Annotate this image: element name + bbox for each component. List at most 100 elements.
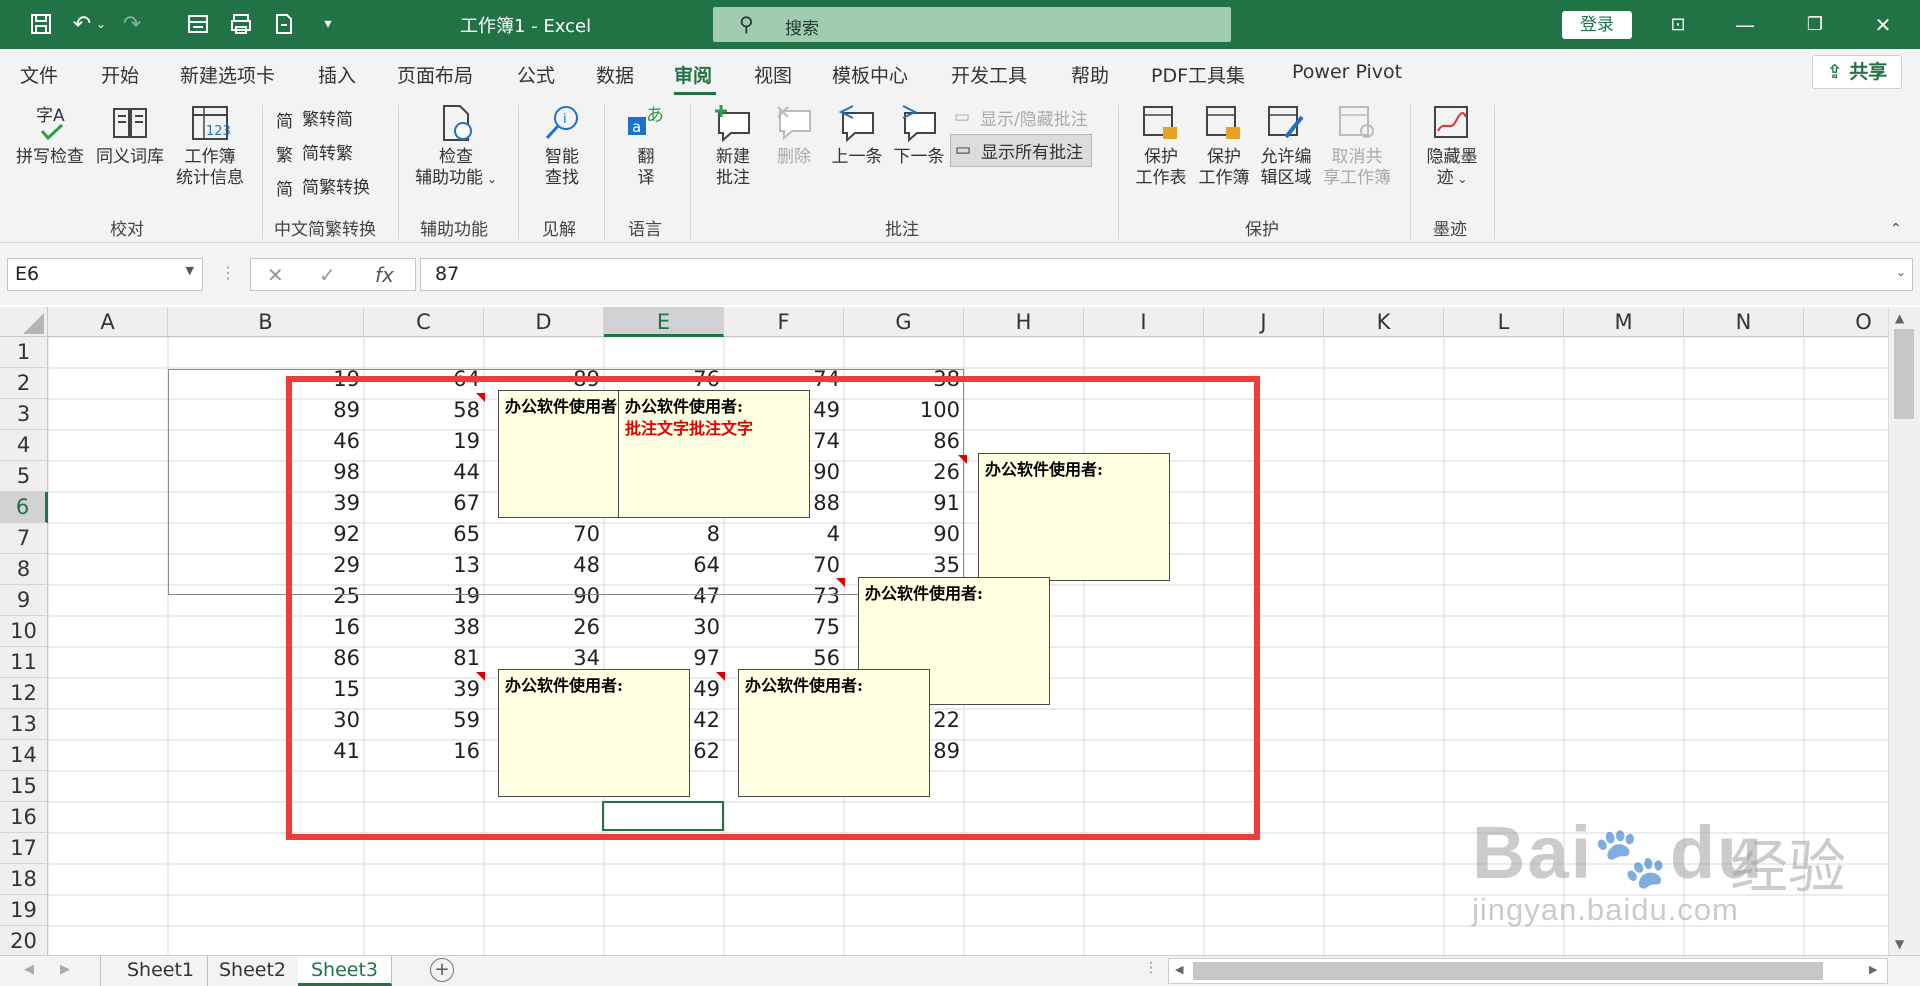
row-header-8[interactable]: 8	[0, 554, 48, 585]
tab-data[interactable]: 数据	[596, 61, 634, 88]
tab-templates[interactable]: 模板中心	[832, 61, 908, 88]
cell-f9[interactable]: 73	[724, 581, 844, 612]
simplified-to-traditional-button[interactable]: 繁简转繁	[276, 139, 353, 166]
sheet-tab-sheet3[interactable]: Sheet3	[298, 956, 393, 986]
row-header-12[interactable]: 12	[0, 678, 48, 709]
row-header-1[interactable]: 1	[0, 337, 48, 368]
cell-b3[interactable]: 89	[168, 395, 364, 426]
column-header-n[interactable]: N	[1684, 307, 1804, 337]
row-header-2[interactable]: 2	[0, 368, 48, 399]
comment-box[interactable]: 办公软件使用者:	[978, 453, 1170, 581]
scroll-thumb[interactable]	[1894, 329, 1914, 419]
tab-power-pivot[interactable]: Power Pivot	[1292, 61, 1402, 83]
row-header-17[interactable]: 17	[0, 833, 48, 864]
login-button[interactable]: 登录	[1562, 11, 1632, 39]
tab-review[interactable]: 审阅	[674, 61, 712, 88]
column-header-g[interactable]: G	[844, 307, 964, 337]
prev-sheet-icon[interactable]: ◀	[24, 962, 34, 977]
new-comment-button[interactable]: 新建 批注	[704, 103, 762, 189]
show-all-comments-button[interactable]: ▭ 显示所有批注	[950, 134, 1092, 167]
cell-f8[interactable]: 70	[724, 550, 844, 581]
cell-e8[interactable]: 64	[604, 550, 724, 581]
cell-c9[interactable]: 19	[364, 581, 484, 612]
row-header-10[interactable]: 10	[0, 616, 48, 647]
cell-g3[interactable]: 100	[844, 395, 964, 426]
insert-function-icon[interactable]: fx	[375, 263, 394, 287]
cell-g6[interactable]: 91	[844, 488, 964, 519]
undo-icon[interactable]: ↶	[68, 10, 96, 38]
row-header-6[interactable]: 6	[0, 492, 48, 523]
tab-formulas[interactable]: 公式	[517, 61, 555, 88]
cell-c12[interactable]: 39	[364, 674, 484, 705]
workbook-stats-button[interactable]: 123 工作簿 统计信息	[170, 103, 250, 189]
cell-c4[interactable]: 19	[364, 426, 484, 457]
print-preview-icon[interactable]	[227, 10, 255, 38]
undo-dropdown-icon[interactable]: ⌄	[94, 10, 108, 38]
cell-b10[interactable]: 16	[168, 612, 364, 643]
cell-g7[interactable]: 90	[844, 519, 964, 550]
cell-c13[interactable]: 59	[364, 705, 484, 736]
column-header-l[interactable]: L	[1444, 307, 1564, 337]
search-box[interactable]: ⚲ 搜索	[713, 7, 1231, 42]
horizontal-scrollbar[interactable]: ◀ ▶	[1168, 958, 1888, 984]
cell-b12[interactable]: 15	[168, 674, 364, 705]
cell-g4[interactable]: 86	[844, 426, 964, 457]
redo-icon[interactable]: ↷	[118, 10, 146, 38]
cell-b8[interactable]: 29	[168, 550, 364, 581]
translate-button[interactable]: aあ 翻 译	[616, 103, 676, 189]
close-icon[interactable]: ✕	[1868, 10, 1898, 40]
collapse-ribbon-icon[interactable]: ⌃	[1890, 221, 1902, 237]
protect-sheet-button[interactable]: 保护 工作表	[1132, 103, 1190, 189]
cell-c11[interactable]: 81	[364, 643, 484, 674]
cell-c10[interactable]: 38	[364, 612, 484, 643]
hide-ink-button[interactable]: 隐藏墨 迹 ⌄	[1422, 103, 1482, 190]
comment-box[interactable]: 办公软件使用者:	[738, 669, 930, 797]
column-header-k[interactable]: K	[1324, 307, 1444, 337]
scroll-right-icon[interactable]: ▶	[1869, 963, 1877, 976]
row-header-16[interactable]: 16	[0, 802, 48, 833]
chinese-conversion-button[interactable]: 简简繁转换	[276, 173, 370, 200]
cell-d9[interactable]: 90	[484, 581, 604, 612]
row-header-7[interactable]: 7	[0, 523, 48, 554]
restore-icon[interactable]: ❐	[1800, 10, 1830, 40]
protect-workbook-button[interactable]: 保护 工作簿	[1194, 103, 1254, 189]
save-icon[interactable]	[27, 10, 55, 38]
cell-b14[interactable]: 41	[168, 736, 364, 767]
formula-input[interactable]: 87	[420, 258, 1913, 291]
name-box[interactable]: E6 ▼	[7, 258, 203, 291]
select-all-corner[interactable]	[0, 307, 48, 337]
add-sheet-icon[interactable]: +	[430, 958, 454, 982]
expand-formula-icon[interactable]: ⌄	[1896, 265, 1906, 279]
column-header-b[interactable]: B	[168, 307, 364, 337]
cell-d10[interactable]: 26	[484, 612, 604, 643]
drag-handle-icon[interactable]: ⋮	[220, 263, 236, 282]
form-icon[interactable]	[184, 10, 212, 38]
cell-c14[interactable]: 16	[364, 736, 484, 767]
customize-toolbar-icon[interactable]: ▾	[314, 10, 342, 38]
row-header-14[interactable]: 14	[0, 740, 48, 771]
vertical-scrollbar[interactable]: ▲ ▼	[1888, 307, 1920, 955]
document-icon[interactable]	[270, 10, 298, 38]
cell-f10[interactable]: 75	[724, 612, 844, 643]
column-header-h[interactable]: H	[964, 307, 1084, 337]
tab-file[interactable]: 文件	[20, 61, 58, 88]
row-header-18[interactable]: 18	[0, 864, 48, 895]
row-header-19[interactable]: 19	[0, 895, 48, 926]
column-header-m[interactable]: M	[1564, 307, 1684, 337]
tab-pdf-tools[interactable]: PDF工具集	[1151, 61, 1245, 88]
cell-g2[interactable]: 38	[844, 364, 964, 395]
next-sheet-icon[interactable]: ▶	[60, 962, 70, 977]
horizontal-scroll-thumb[interactable]	[1193, 962, 1823, 980]
tab-home[interactable]: 开始	[101, 61, 139, 88]
cell-b2[interactable]: 19	[168, 364, 364, 395]
allow-edit-ranges-button[interactable]: 允许编 辑区域	[1256, 103, 1316, 189]
split-handle-icon[interactable]: ⋮	[1144, 960, 1158, 976]
ribbon-display-icon[interactable]: ⊡	[1663, 10, 1693, 40]
cell-d7[interactable]: 70	[484, 519, 604, 550]
row-header-5[interactable]: 5	[0, 461, 48, 492]
cell-c8[interactable]: 13	[364, 550, 484, 581]
cell-c3[interactable]: 58	[364, 395, 484, 426]
tab-help[interactable]: 帮助	[1071, 61, 1109, 88]
row-header-20[interactable]: 20	[0, 926, 48, 957]
chevron-down-icon[interactable]: ▼	[186, 264, 194, 277]
